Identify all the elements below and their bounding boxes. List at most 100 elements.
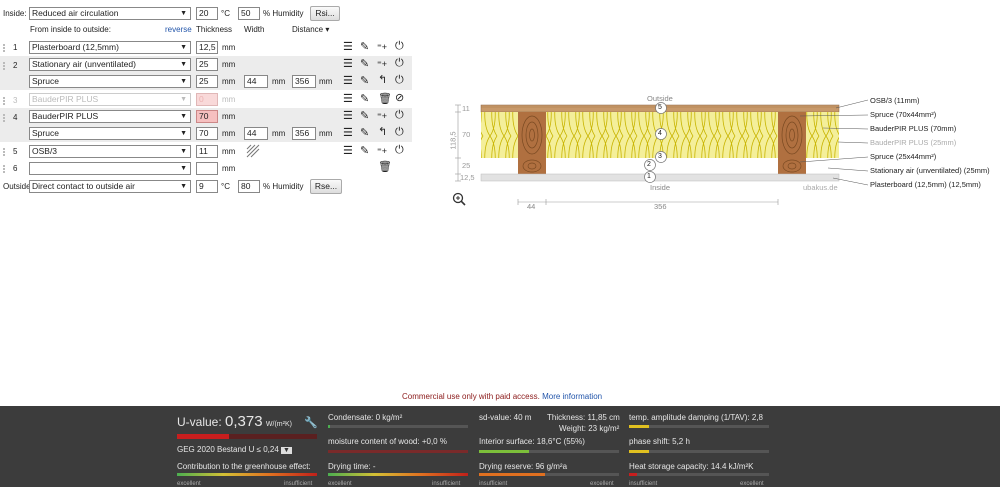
layer-number: 5 [13, 147, 18, 156]
zoom-in-icon[interactable] [452, 192, 466, 207]
marker-label: 2 [647, 161, 651, 168]
layer-material-select[interactable]: OSB/3 ▼ [29, 145, 191, 158]
power-icon[interactable]: ⏻ [395, 109, 404, 121]
legend-item: Plasterboard (12,5mm) (12,5mm) [870, 180, 981, 189]
layer-thickness-input[interactable]: 70 [196, 110, 218, 123]
layer-material-select[interactable]: Spruce ▼ [29, 127, 191, 140]
distance-header[interactable]: Distance ▾ [292, 24, 329, 36]
menu-icon[interactable]: ☰ [343, 93, 353, 105]
thickness-header: Thickness [196, 25, 233, 34]
trash-icon[interactable]: 🗑 [378, 93, 392, 105]
drag-handle[interactable] [3, 97, 9, 105]
chevron-down-icon: ▼ [281, 447, 292, 454]
pencil-icon[interactable]: ✎ [360, 58, 369, 70]
more-info-link[interactable]: More information [542, 392, 602, 401]
layer-thickness-input[interactable]: 70 [196, 127, 218, 140]
layer-material-select[interactable]: BauderPIR PLUS ▼ [29, 93, 191, 106]
layer-material-select[interactable]: ▼ [29, 162, 191, 175]
drag-handle[interactable] [3, 62, 9, 70]
chevron-down-icon: ▾ [325, 25, 330, 34]
inside-temp-input[interactable]: 20 [196, 7, 218, 20]
insert-layer-icon[interactable]: ⁼+ [377, 145, 387, 157]
chevron-down-icon: ▼ [180, 165, 187, 172]
drag-handle[interactable] [3, 114, 9, 122]
rsi-button[interactable]: Rsi... [310, 6, 340, 21]
texture-icon[interactable] [246, 144, 260, 158]
drag-handle[interactable] [3, 148, 9, 156]
scale-good: excellent [590, 481, 614, 487]
layer-width-input[interactable]: 44 [244, 75, 268, 88]
geg-select[interactable]: GEG 2020 Bestand U ≤ 0,24 ▼ [177, 445, 292, 454]
pencil-icon[interactable]: ✎ [360, 41, 369, 53]
layer-distance-input[interactable]: 356 [292, 75, 316, 88]
marker-label: 5 [658, 104, 662, 111]
layer-material-select[interactable]: BauderPIR PLUS ▼ [29, 110, 191, 123]
menu-icon[interactable]: ☰ [343, 58, 353, 70]
results-panel: U-value: 0,373 W/(m²K) 🔧 GEG 2020 Bestan… [0, 406, 1000, 487]
layer-thickness-input[interactable]: 0 [196, 93, 218, 106]
outside-condition-select[interactable]: Direct contact to outside air ▼ [29, 180, 191, 193]
interior-surface-text: Interior surface: 18,6°C (55%) [479, 437, 585, 446]
insert-layer-icon[interactable]: ⁼+ [377, 41, 387, 53]
unit-label: mm [272, 77, 286, 86]
menu-icon[interactable]: ☰ [343, 145, 353, 157]
chevron-down-icon: ▼ [180, 113, 187, 120]
menu-icon[interactable]: ☰ [343, 110, 353, 122]
sd-value-text: sd-value: 40 m [479, 413, 532, 422]
uvalue-bar [177, 434, 317, 439]
layer-material-select[interactable]: Stationary air (unventilated) ▼ [29, 58, 191, 71]
rotate-icon[interactable]: ↰ [378, 126, 387, 138]
layer-width-input[interactable]: 44 [244, 127, 268, 140]
pencil-icon[interactable]: ✎ [360, 127, 369, 139]
unit-label: mm [222, 129, 236, 138]
inside-humidity-unit: % Humidity [263, 9, 304, 18]
unit-label: mm [222, 43, 236, 52]
trash-icon[interactable]: 🗑 [378, 161, 392, 173]
heat-storage-text: Heat storage capacity: 14.4 kJ/m²K [629, 462, 754, 471]
unit-label: mm [319, 129, 333, 138]
outside-temp-input[interactable]: 9 [196, 180, 218, 193]
batten [518, 158, 546, 174]
reverse-link[interactable]: reverse [165, 24, 192, 36]
rotate-icon[interactable]: ↰ [378, 74, 387, 86]
inside-condition-value: Reduced air circulation [32, 8, 119, 18]
power-icon[interactable]: ⏻ [395, 57, 404, 69]
drag-handle[interactable] [3, 44, 9, 52]
drying-time-text: Drying time: - [328, 462, 376, 471]
layer-material-select[interactable]: Plasterboard (12,5mm) ▼ [29, 41, 191, 54]
inside-temp-unit: °C [221, 9, 230, 18]
moisture-bar [328, 450, 468, 453]
scale-good: excellent [177, 481, 201, 487]
layer-thickness-input[interactable]: 25 [196, 75, 218, 88]
from-inside-label: From inside to outside: [30, 25, 111, 34]
outside-humidity-unit: % Humidity [263, 182, 304, 191]
pencil-icon[interactable]: ✎ [360, 75, 369, 87]
menu-icon[interactable]: ☰ [343, 75, 353, 87]
insert-layer-icon[interactable]: ⁼+ [377, 110, 387, 122]
wrench-icon[interactable]: 🔧 [304, 417, 318, 429]
layer-distance-input[interactable]: 356 [292, 127, 316, 140]
inside-condition-select[interactable]: Reduced air circulation ▼ [29, 7, 191, 20]
inside-humidity-input[interactable]: 50 [238, 7, 260, 20]
layer-material-select[interactable]: Spruce ▼ [29, 75, 191, 88]
outside-humidity-input[interactable]: 80 [238, 180, 260, 193]
pencil-icon[interactable]: ✎ [360, 145, 369, 157]
layer-thickness-input[interactable] [196, 162, 218, 175]
rse-button[interactable]: Rse... [310, 179, 342, 194]
disabled-icon[interactable]: ⊘ [395, 92, 404, 104]
unit-label: mm [222, 95, 236, 104]
pencil-icon[interactable]: ✎ [360, 110, 369, 122]
menu-icon[interactable]: ☰ [343, 127, 353, 139]
legend-item: BauderPIR PLUS (70mm) [870, 124, 957, 133]
pencil-icon[interactable]: ✎ [360, 93, 369, 105]
layer-thickness-input[interactable]: 11 [196, 145, 218, 158]
power-icon[interactable]: ⏻ [395, 74, 404, 86]
insert-layer-icon[interactable]: ⁼+ [377, 58, 387, 70]
layer-thickness-input[interactable]: 12,5 [196, 41, 218, 54]
menu-icon[interactable]: ☰ [343, 41, 353, 53]
power-icon[interactable]: ⏻ [395, 40, 404, 52]
power-icon[interactable]: ⏻ [395, 144, 404, 156]
power-icon[interactable]: ⏻ [395, 126, 404, 138]
layer-thickness-input[interactable]: 25 [196, 58, 218, 71]
drag-handle[interactable] [3, 165, 9, 173]
